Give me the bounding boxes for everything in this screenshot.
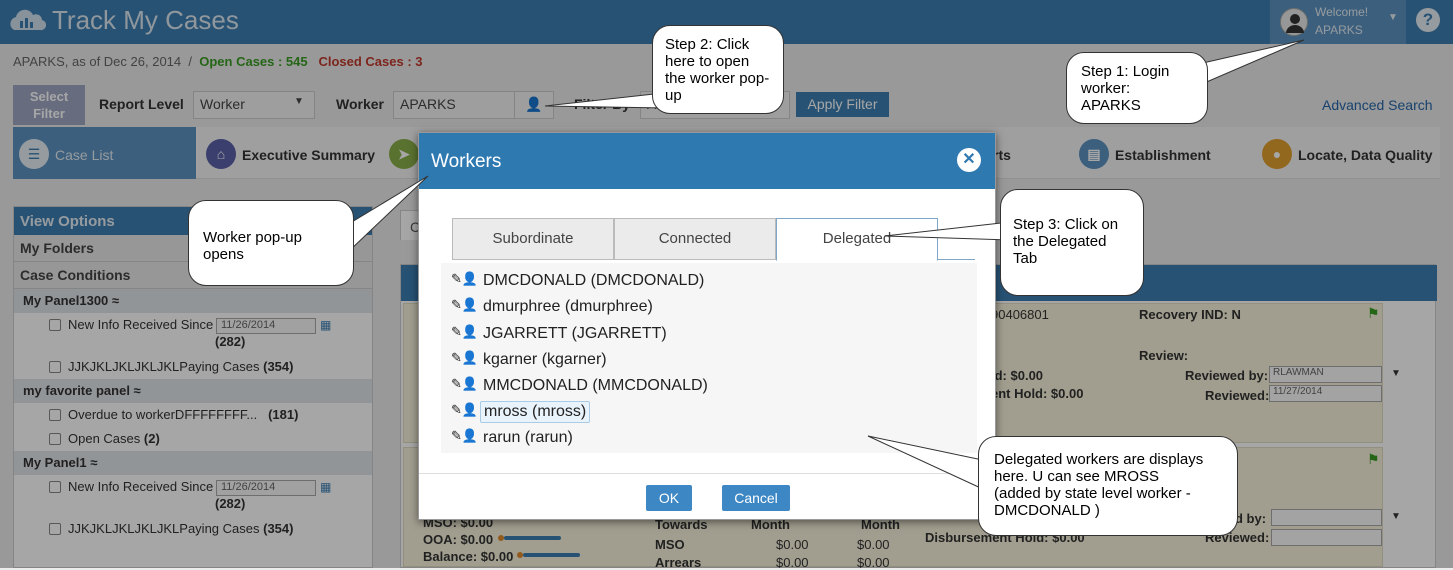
workers-modal: Workers ✕ Subordinate Connected Delegate… (418, 132, 996, 520)
callout-text: Step 2: Click here to open the worker po… (665, 36, 770, 104)
tab-connected[interactable]: Connected (614, 218, 776, 260)
modal-header: Workers ✕ (419, 133, 995, 189)
edit-user-icon: ✎👤 (451, 402, 479, 417)
edit-user-icon: ✎👤 (451, 324, 479, 339)
callout-text: Step 1: Login worker: APARKS (1081, 63, 1170, 114)
worker-name: mross (mross) (480, 401, 591, 423)
edit-user-icon: ✎👤 (451, 271, 479, 286)
worker-list: ✎👤 DMCDONALD (DMCDONALD) ✎👤 dmurphree (dmu… (441, 263, 977, 453)
callout-text: Delegated workers are displays here. U c… (994, 451, 1204, 519)
worker-name: DMCDONALD (DMCDONALD) (483, 272, 705, 289)
worker-name: kgarner (kgarner) (483, 351, 607, 368)
edit-user-icon: ✎👤 (451, 376, 479, 391)
worker-name: rarun (rarun) (483, 429, 573, 446)
tab-delegated[interactable]: Delegated (776, 218, 938, 261)
cancel-button[interactable]: Cancel (722, 485, 790, 511)
callout-text: Worker pop-up opens (203, 229, 302, 263)
close-icon[interactable]: ✕ (957, 148, 981, 172)
callout-popup-opens: Worker pop-up opens (188, 200, 354, 286)
callout-step2: Step 2: Click here to open the worker po… (652, 25, 784, 114)
edit-user-icon: ✎👤 (451, 350, 479, 365)
ok-button[interactable]: OK (646, 485, 692, 511)
callout-text: Step 3: Click on the Delegated Tab (1013, 216, 1119, 267)
edit-user-icon: ✎👤 (451, 297, 479, 312)
worker-name: MMCDONALD (MMCDONALD) (483, 377, 708, 394)
tab-subordinate[interactable]: Subordinate (452, 218, 614, 260)
worker-tabs: Subordinate Connected Delegated (452, 218, 975, 261)
modal-footer-divider (419, 473, 995, 474)
worker-name: JGARRETT (JGARRETT) (483, 325, 667, 342)
callout-step3: Step 3: Click on the Delegated Tab (1000, 189, 1144, 296)
worker-name: dmurphree (dmurphree) (483, 298, 653, 315)
callout-step1: Step 1: Login worker: APARKS (1066, 52, 1208, 124)
callout-delegated-workers: Delegated workers are displays here. U c… (978, 436, 1238, 536)
edit-user-icon: ✎👤 (451, 428, 479, 443)
modal-title: Workers (431, 151, 502, 172)
